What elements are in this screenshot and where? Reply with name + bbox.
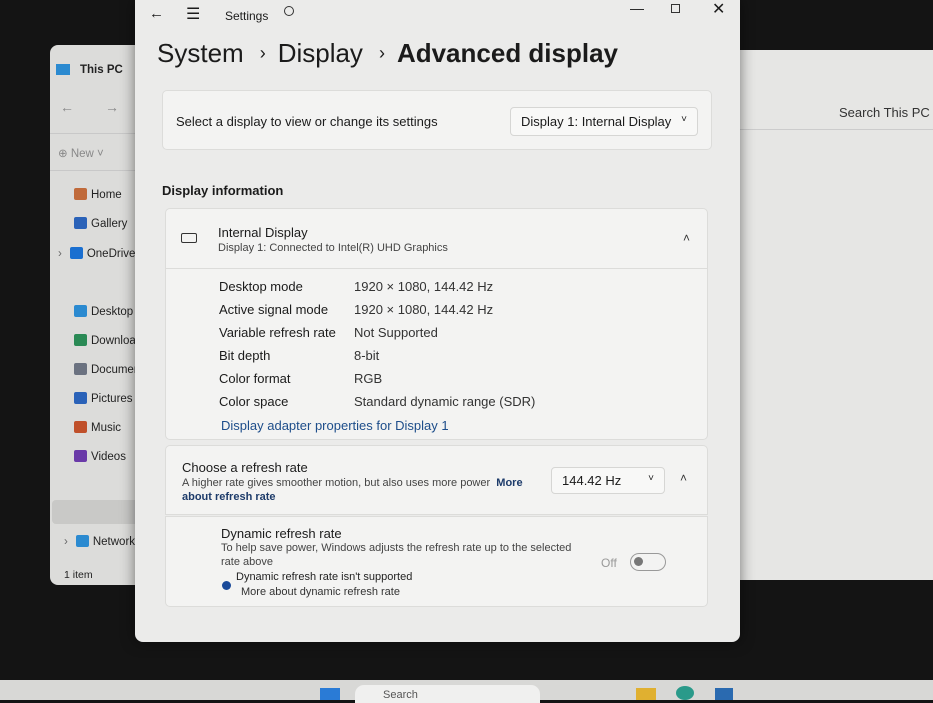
nav-label: Pictures — [91, 393, 133, 405]
select-display-label: Select a display to view or change its s… — [176, 114, 438, 129]
breadcrumb-advanced-display: Advanced display — [396, 38, 619, 68]
taskbar: Search — [0, 680, 933, 703]
back-icon[interactable]: ← — [149, 5, 164, 22]
nav-label: Gallery — [91, 218, 128, 230]
menu-icon[interactable]: ☰ — [186, 4, 200, 24]
info-label: Active signal mode — [219, 302, 329, 317]
info-value: RGB — [354, 371, 383, 386]
start-icon[interactable] — [320, 688, 340, 700]
info-label: Color space — [219, 394, 289, 409]
document-icon — [74, 363, 87, 375]
folder-icon[interactable] — [636, 688, 656, 700]
search-icon[interactable] — [284, 6, 294, 16]
laptop-icon — [181, 233, 197, 243]
dynamic-desc: To help save power, Windows adjusts the … — [221, 542, 572, 568]
adapter-properties-link[interactable]: Display adapter properties for Display 1 — [221, 418, 449, 433]
info-value: Standard dynamic range (SDR) — [354, 394, 536, 409]
taskbar-search[interactable]: Search — [355, 685, 540, 703]
nav-label: Home — [91, 189, 122, 201]
store-icon[interactable] — [715, 688, 733, 700]
maximize-button[interactable] — [671, 4, 680, 13]
section-title: Display information — [162, 183, 284, 198]
info-value: 1920 × 1080, 144.42 Hz — [354, 279, 494, 294]
settings-window: ← ☰ Settings — ✕ System › Display › Advanced… — [135, 0, 740, 642]
chevron-down-icon: ˅ — [648, 473, 654, 484]
info-value: 1920 × 1080, 144.42 Hz — [354, 302, 494, 317]
display-info-card: Internal Display Display 1: Connected to… — [165, 208, 708, 440]
nav-label: OneDrive — [86, 248, 136, 260]
nav-item-music[interactable]: Music — [74, 421, 121, 434]
window-title: This PC — [80, 64, 123, 76]
info-value: 8-bit — [354, 348, 380, 363]
new-button[interactable]: ⊕ New ˅ — [58, 146, 104, 160]
info-label: Color format — [219, 371, 291, 386]
breadcrumb-system[interactable]: System — [157, 38, 244, 68]
pictures-icon — [74, 392, 87, 404]
cloud-icon — [69, 247, 83, 259]
search-placeholder: Search This PC — [839, 105, 930, 120]
info-value: Not Supported — [354, 325, 438, 340]
chevron-up-icon[interactable]: ˄ — [683, 231, 690, 245]
breadcrumb-display[interactable]: Display — [278, 38, 363, 68]
edge-icon[interactable] — [676, 686, 694, 700]
select-display-card: Select a display to view or change its s… — [162, 90, 712, 150]
dynamic-refresh-card: Dynamic refresh rate To help save power,… — [165, 516, 708, 607]
refresh-rate-value: 144.42 Hz — [562, 473, 622, 488]
app-title: Settings — [225, 9, 269, 23]
chevron-up-icon[interactable]: ˄ — [680, 471, 687, 485]
status-text: 1 item — [64, 569, 93, 581]
refresh-rate-card: Choose a refresh rate A higher rate give… — [165, 445, 708, 515]
taskbar-search-placeholder: Search — [383, 689, 418, 701]
nav-item-home[interactable]: Home — [74, 188, 122, 201]
desktop-icon — [74, 305, 87, 317]
breadcrumb: System › Display › Advanced display — [157, 38, 619, 68]
dynamic-note: Dynamic refresh rate isn't supported — [236, 571, 413, 583]
dynamic-link[interactable]: More about dynamic refresh rate — [241, 586, 400, 598]
nav-label: Desktop — [91, 306, 134, 318]
nav-item-pictures[interactable]: Pictures — [74, 392, 133, 405]
network-icon — [75, 535, 89, 547]
info-label: Variable refresh rate — [219, 325, 336, 340]
chevron-down-icon: ˅ — [681, 114, 687, 125]
display-subtitle: Display 1: Connected to Intel(R) UHD Gra… — [218, 242, 448, 254]
gallery-icon — [74, 217, 87, 229]
info-label: Desktop mode — [219, 279, 303, 294]
display-dropdown[interactable]: Display 1: Internal Display ˅ — [510, 107, 698, 136]
home-icon — [74, 188, 87, 200]
info-label: Bit depth — [219, 348, 271, 363]
nav-item-desktop[interactable]: Desktop — [74, 305, 133, 318]
pc-icon — [56, 64, 70, 75]
nav-item-videos[interactable]: Videos — [74, 450, 126, 463]
nav-label: Videos — [91, 451, 126, 463]
new-label: New — [70, 148, 94, 160]
back-icon[interactable]: ← — [60, 99, 74, 115]
music-icon — [74, 421, 87, 433]
forward-icon[interactable]: → — [105, 99, 119, 115]
nav-label: Network — [92, 536, 136, 548]
refresh-rate-dropdown[interactable]: 144.42 Hz ˅ — [551, 467, 665, 494]
display-name: Internal Display — [218, 225, 308, 240]
videos-icon — [74, 450, 87, 462]
refresh-title: Choose a refresh rate — [182, 460, 308, 475]
display-dropdown-value: Display 1: Internal Display — [521, 114, 672, 129]
minimize-button[interactable]: — — [630, 0, 644, 16]
nav-item-gallery[interactable]: Gallery — [74, 217, 127, 230]
refresh-desc: A higher rate gives smoother motion, but… — [182, 477, 491, 489]
dynamic-title: Dynamic refresh rate — [221, 526, 342, 541]
nav-label: Music — [91, 422, 122, 434]
info-icon — [222, 581, 231, 590]
nav-item-onedrive[interactable]: › OneDrive — [58, 247, 135, 260]
dynamic-refresh-toggle[interactable] — [630, 553, 666, 571]
nav-item-network[interactable]: › Network — [64, 535, 135, 548]
close-button[interactable]: ✕ — [712, 0, 725, 19]
toggle-state: Off — [601, 556, 617, 570]
download-icon — [74, 334, 87, 346]
